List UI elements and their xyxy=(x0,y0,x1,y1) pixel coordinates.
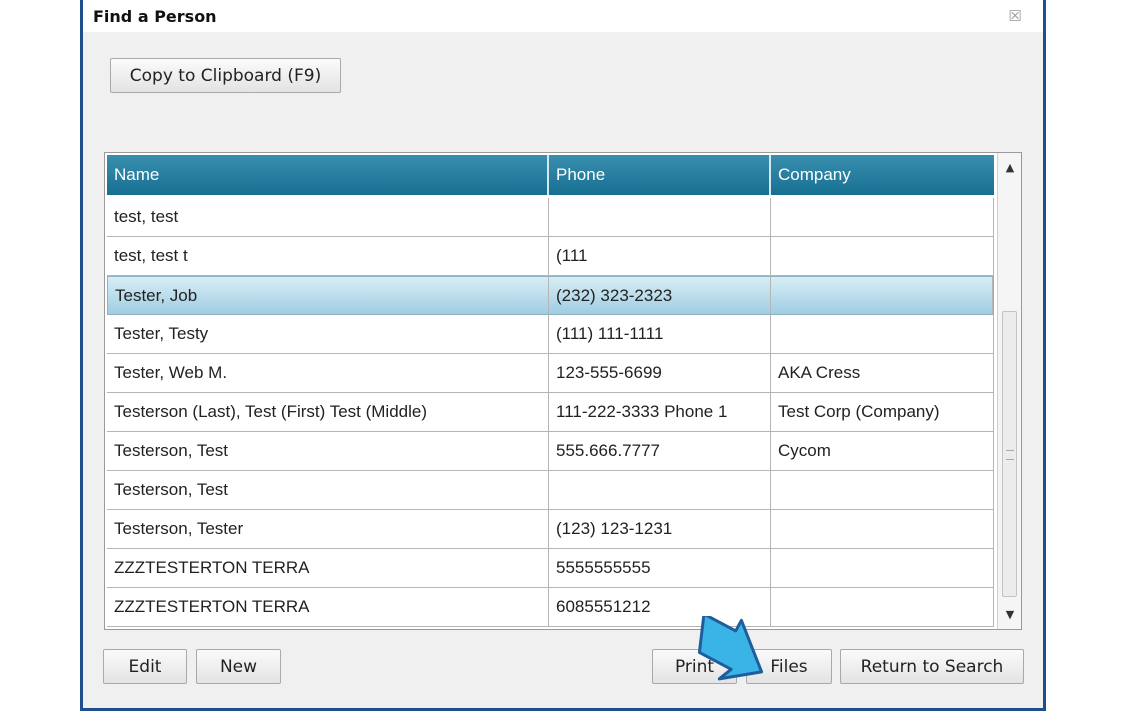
company-cell xyxy=(771,315,994,353)
phone-cell: (111) 111-1111 xyxy=(549,315,771,353)
window-title: Find a Person xyxy=(93,7,217,26)
company-cell xyxy=(771,198,994,236)
name-cell: test, test xyxy=(107,198,549,236)
name-cell: Tester, Web M. xyxy=(107,354,549,392)
company-cell xyxy=(771,277,993,314)
name-cell: ZZZTESTERTON TERRA xyxy=(107,588,549,626)
name-cell: Testerson, Tester xyxy=(107,510,549,548)
return-to-search-button[interactable]: Return to Search xyxy=(840,649,1024,684)
arrow-pointer-icon xyxy=(697,616,764,681)
table-row[interactable]: ZZZTESTERTON TERRA 6085551212 xyxy=(107,588,994,627)
column-header-phone[interactable]: Phone xyxy=(549,155,771,195)
name-cell: test, test t xyxy=(107,237,549,275)
table-row[interactable]: Testerson (Last), Test (First) Test (Mid… xyxy=(107,393,994,432)
phone-cell xyxy=(549,198,771,236)
phone-cell: 111-222-3333 Phone 1 xyxy=(549,393,771,431)
company-cell: AKA Cress xyxy=(771,354,994,392)
phone-cell: 123-555-6699 xyxy=(549,354,771,392)
company-cell xyxy=(771,588,994,626)
chevron-up-icon[interactable]: ▲ xyxy=(998,156,1021,180)
table-row[interactable]: Testerson, Tester (123) 123-1231 xyxy=(107,510,994,549)
table-row[interactable]: Testerson, Test xyxy=(107,471,994,510)
phone-cell: 5555555555 xyxy=(549,549,771,587)
phone-cell: (123) 123-1231 xyxy=(549,510,771,548)
company-cell xyxy=(771,471,994,509)
new-button[interactable]: New xyxy=(196,649,281,684)
vertical-scrollbar[interactable]: ▲ ▼ xyxy=(997,153,1021,629)
column-header-name[interactable]: Name xyxy=(107,155,549,195)
name-cell: ZZZTESTERTON TERRA xyxy=(107,549,549,587)
company-cell xyxy=(771,237,994,275)
results-grid: Name Phone Company test, test test, test … xyxy=(104,152,1022,630)
close-icon[interactable]: ☒ xyxy=(1005,6,1025,26)
company-cell: Cycom xyxy=(771,432,994,470)
name-cell: Testerson, Test xyxy=(107,471,549,509)
table-row[interactable]: Testerson, Test 555.666.7777 Cycom xyxy=(107,432,994,471)
phone-cell: 555.666.7777 xyxy=(549,432,771,470)
column-header-company[interactable]: Company xyxy=(771,155,994,195)
phone-cell: (111 xyxy=(549,237,771,275)
phone-cell xyxy=(549,471,771,509)
grid-rows: test, test test, test t (111 Tester, Job (23… xyxy=(107,198,994,627)
company-cell: Test Corp (Company) xyxy=(771,393,994,431)
chevron-down-icon[interactable]: ▼ xyxy=(998,603,1021,627)
scrollbar-thumb[interactable] xyxy=(1002,311,1017,597)
table-row[interactable]: test, test xyxy=(107,198,994,237)
table-row[interactable]: Tester, Web M. 123-555-6699 AKA Cress xyxy=(107,354,994,393)
name-cell: Tester, Testy xyxy=(107,315,549,353)
table-row[interactable]: ZZZTESTERTON TERRA 5555555555 xyxy=(107,549,994,588)
title-bar: Find a Person ☒ xyxy=(83,0,1043,32)
edit-button[interactable]: Edit xyxy=(103,649,187,684)
name-cell: Testerson (Last), Test (First) Test (Mid… xyxy=(107,393,549,431)
name-cell: Testerson, Test xyxy=(107,432,549,470)
copy-to-clipboard-button[interactable]: Copy to Clipboard (F9) xyxy=(110,58,341,93)
grid-header: Name Phone Company xyxy=(107,155,994,195)
name-cell: Tester, Job xyxy=(108,277,549,314)
company-cell xyxy=(771,510,994,548)
company-cell xyxy=(771,549,994,587)
table-row[interactable]: Tester, Job (232) 323-2323 xyxy=(107,276,994,315)
table-row[interactable]: test, test t (111 xyxy=(107,237,994,276)
phone-cell: (232) 323-2323 xyxy=(549,277,771,314)
table-row[interactable]: Tester, Testy (111) 111-1111 xyxy=(107,315,994,354)
